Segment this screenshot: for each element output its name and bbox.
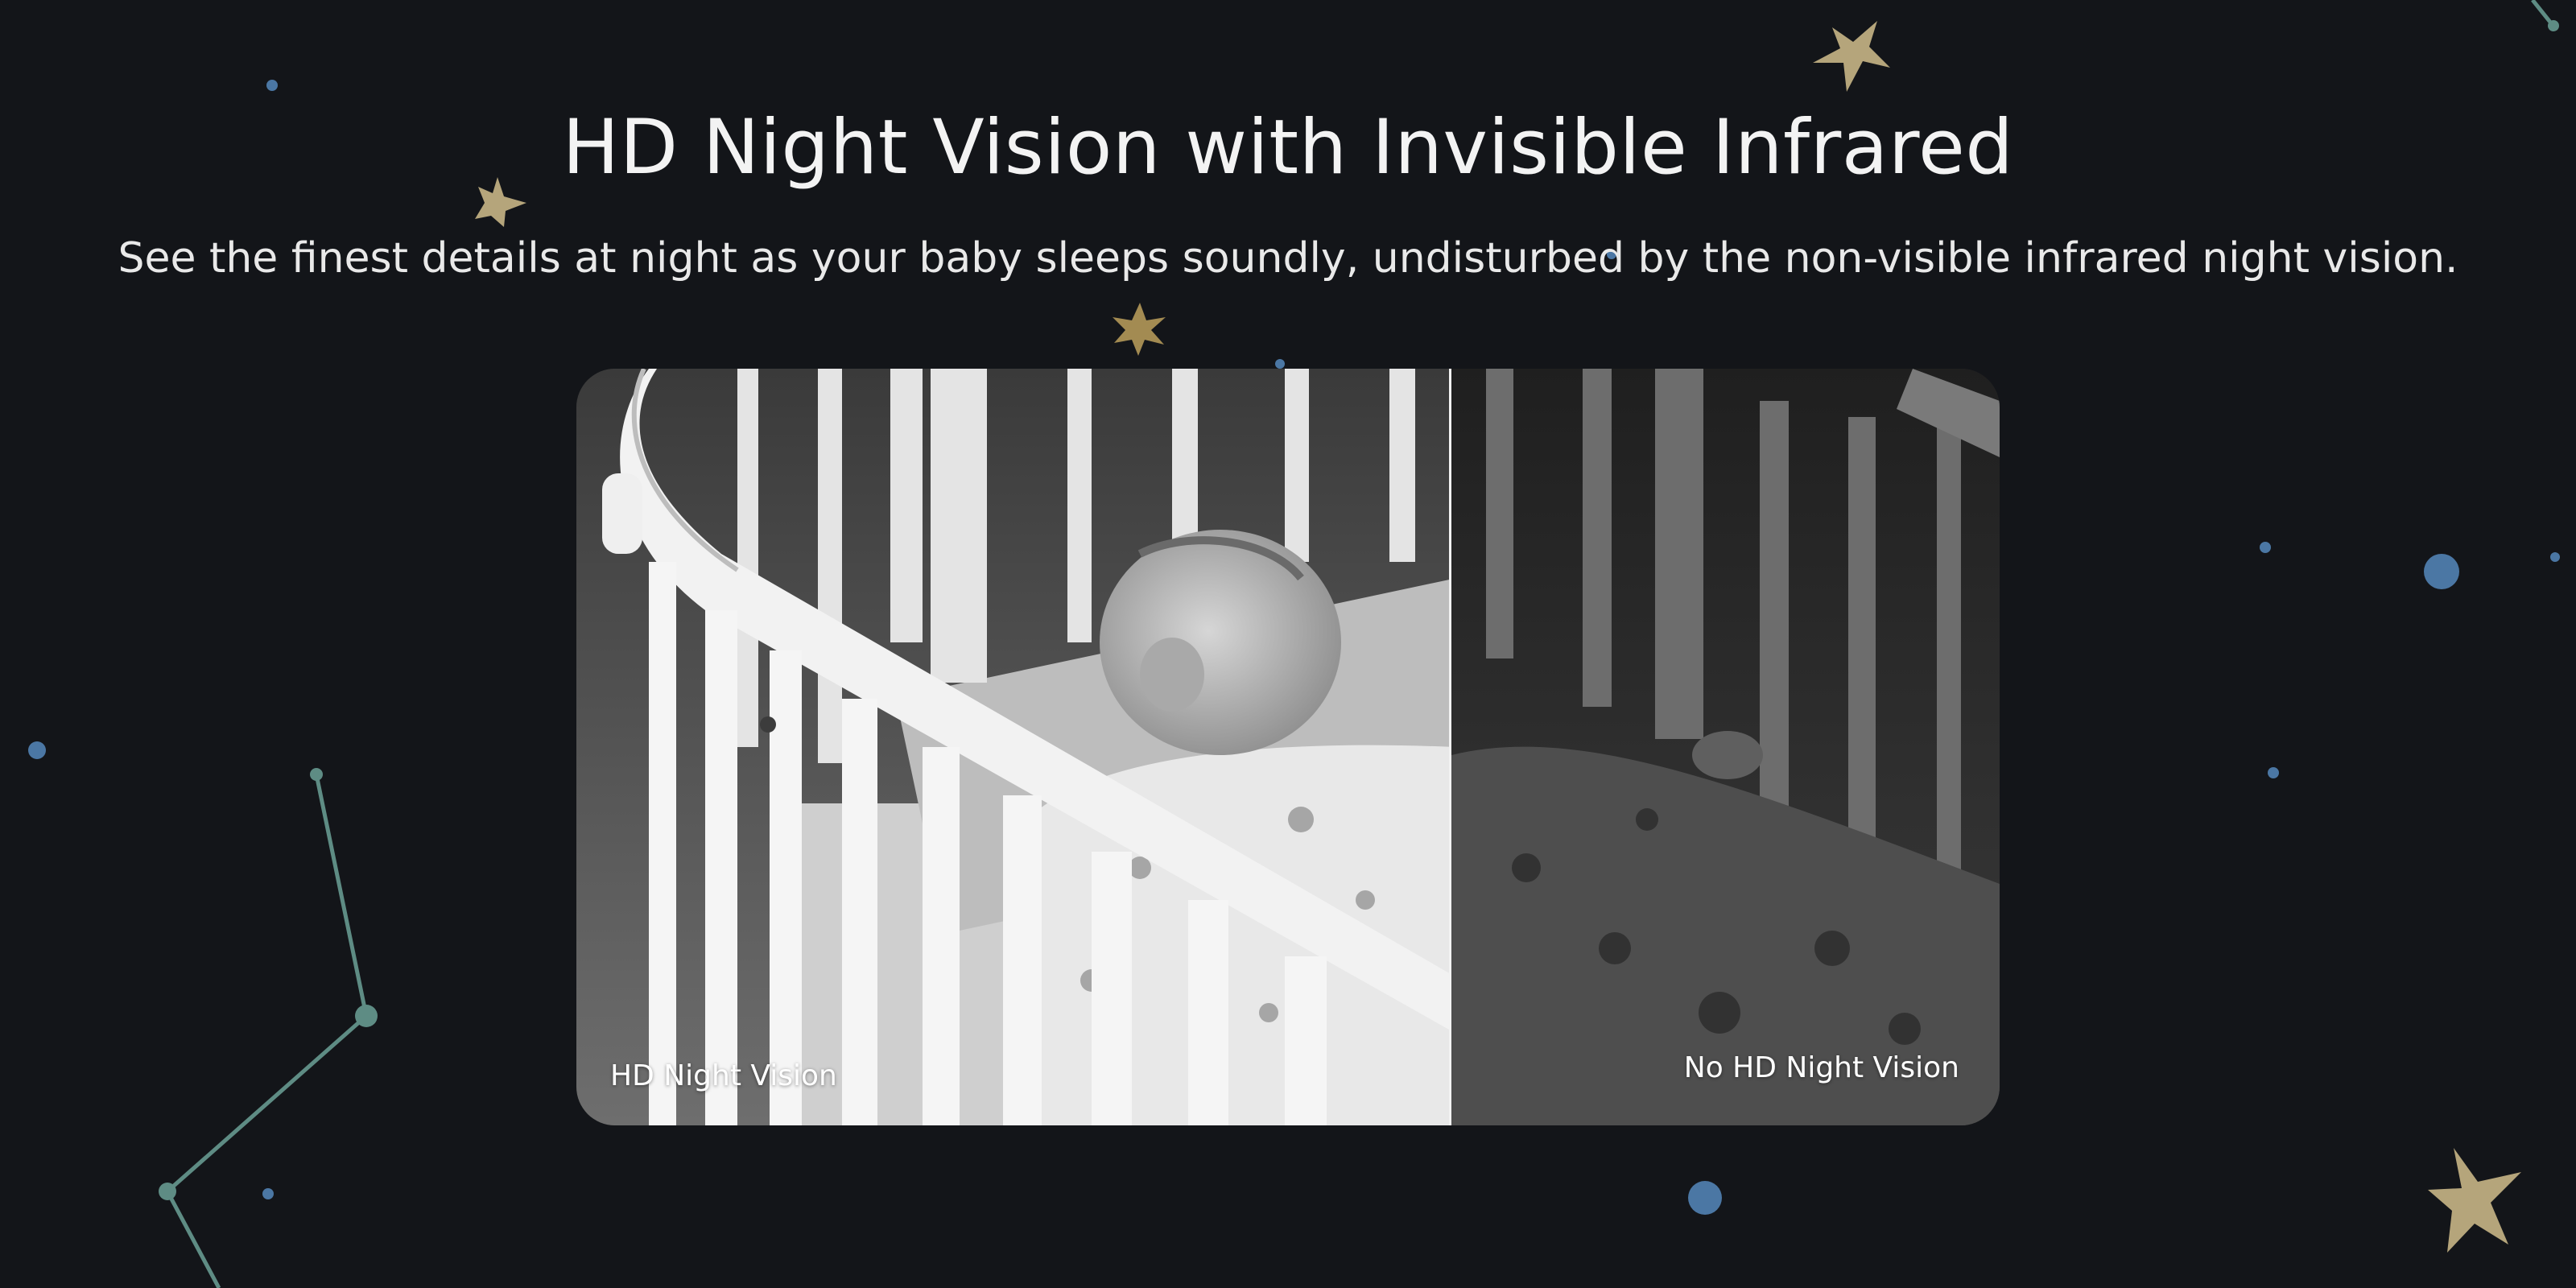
star-decoration xyxy=(1813,21,1890,92)
night-vision-section: HD Night Vision with Invisible Infrared … xyxy=(0,0,2576,1288)
section-title: HD Night Vision with Invisible Infrared xyxy=(562,104,2014,192)
hd-night-vision-label: HD Night Vision xyxy=(610,1059,837,1092)
night-vision-comparison[interactable]: HD Night Vision No HD Night Vision xyxy=(576,369,2000,1125)
dot-decoration xyxy=(28,741,46,759)
dot-decoration xyxy=(2550,552,2560,562)
no-hd-night-vision-label: No HD Night Vision xyxy=(1683,1051,1959,1084)
constellation-dot xyxy=(355,1005,378,1027)
star-decoration xyxy=(1113,303,1166,356)
section-subtitle: See the finest details at night as your … xyxy=(118,234,2458,283)
constellation-dot xyxy=(2548,20,2559,31)
dot-decoration xyxy=(1688,1181,1722,1215)
dot-decoration xyxy=(1275,359,1285,369)
constellation-line xyxy=(2531,0,2553,26)
dot-decoration xyxy=(2268,767,2279,778)
dot-decoration xyxy=(2424,554,2459,589)
dot-decoration xyxy=(2260,542,2271,553)
crib-scene-image xyxy=(576,369,2000,1125)
dot-decoration xyxy=(262,1188,274,1199)
constellation-dot xyxy=(159,1183,176,1200)
constellation-decoration xyxy=(164,774,369,1288)
comparison-divider-handle[interactable] xyxy=(1449,369,1451,1125)
constellation-dot xyxy=(310,768,323,781)
star-decoration xyxy=(2428,1148,2521,1253)
dot-decoration xyxy=(266,80,278,91)
